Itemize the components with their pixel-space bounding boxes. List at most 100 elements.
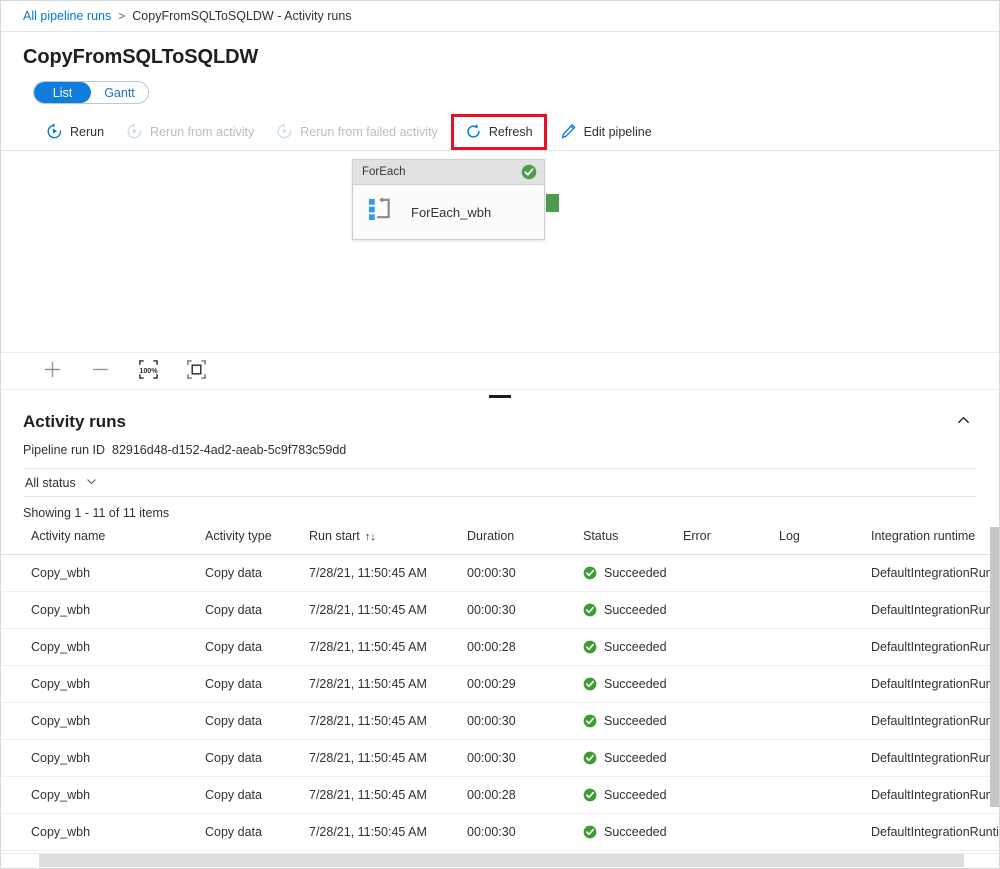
cell-run-start: 7/28/21, 11:50:45 AM xyxy=(309,814,467,851)
column-header-activity-type[interactable]: Activity type xyxy=(205,527,309,555)
cell-log xyxy=(779,814,871,851)
cell-status: Succeeded xyxy=(583,703,683,740)
cell-activity-name: Copy_wbh xyxy=(1,555,205,592)
cell-activity-type: Copy data xyxy=(205,740,309,777)
cell-status: Succeeded xyxy=(583,740,683,777)
status-succeeded-icon xyxy=(583,751,597,765)
cell-activity-type: Copy data xyxy=(205,703,309,740)
view-toggle: List Gantt xyxy=(33,81,149,104)
pipeline-node-foreach[interactable]: ForEach xyxy=(352,159,545,240)
cell-duration: 00:00:30 xyxy=(467,814,583,851)
table-row[interactable]: Copy_wbhCopy data7/28/21, 11:50:45 AM00:… xyxy=(1,666,999,703)
cell-activity-type: Copy data xyxy=(205,629,309,666)
rerun-from-failed-activity-button[interactable]: Rerun from failed activity xyxy=(265,117,449,147)
rerun-icon xyxy=(46,123,63,140)
node-output-connector[interactable] xyxy=(546,194,559,212)
fit-to-screen-button[interactable] xyxy=(183,358,209,384)
status-succeeded-icon xyxy=(583,714,597,728)
sort-indicator-icon: ↑↓ xyxy=(365,531,376,543)
table-row[interactable]: Copy_wbhCopy data7/28/21, 11:50:45 AM00:… xyxy=(1,814,999,851)
pipeline-run-id-value: 82916d48-d152-4ad2-aeab-5c9f783c59dd xyxy=(112,443,346,457)
status-badge: Succeeded xyxy=(583,677,683,691)
cell-error xyxy=(683,740,779,777)
status-label: Succeeded xyxy=(604,603,667,617)
panel-splitter[interactable] xyxy=(1,390,999,402)
node-header-label: ForEach xyxy=(362,166,405,178)
edit-pipeline-button-label: Edit pipeline xyxy=(584,125,652,139)
table-row[interactable]: Copy_wbhCopy data7/28/21, 11:50:45 AM00:… xyxy=(1,629,999,666)
cell-duration: 00:00:29 xyxy=(467,666,583,703)
cell-activity-name: Copy_wbh xyxy=(1,777,205,814)
status-label: Succeeded xyxy=(604,566,667,580)
table-row[interactable]: Copy_wbhCopy data7/28/21, 11:50:45 AM00:… xyxy=(1,555,999,592)
pipeline-run-id-label: Pipeline run ID xyxy=(23,443,105,457)
rerun-from-activity-icon xyxy=(126,123,143,140)
cell-run-start: 7/28/21, 11:50:45 AM xyxy=(309,629,467,666)
cell-integration-runtime: DefaultIntegrationRuntime xyxy=(871,814,999,851)
cell-log xyxy=(779,555,871,592)
status-succeeded-icon xyxy=(583,825,597,839)
activity-runs-table-wrapper: Activity name Activity type Run start↑↓ … xyxy=(1,527,999,868)
cell-activity-name: Copy_wbh xyxy=(1,629,205,666)
tab-gantt[interactable]: Gantt xyxy=(91,82,148,103)
filter-row: All status xyxy=(23,468,977,497)
cell-status: Succeeded xyxy=(583,666,683,703)
activity-runs-header: Activity runs xyxy=(1,402,999,436)
status-badge: Succeeded xyxy=(583,640,683,654)
table-row[interactable]: Copy_wbhCopy data7/28/21, 11:50:45 AM00:… xyxy=(1,592,999,629)
status-label: Succeeded xyxy=(604,788,667,802)
status-label: Succeeded xyxy=(604,825,667,839)
column-header-activity-name[interactable]: Activity name xyxy=(1,527,205,555)
collapse-panel-button[interactable] xyxy=(949,408,977,436)
view-toggle-row: List Gantt xyxy=(1,69,999,113)
refresh-button[interactable]: Refresh xyxy=(454,117,544,147)
table-row[interactable]: Copy_wbhCopy data7/28/21, 11:50:45 AM00:… xyxy=(1,703,999,740)
activity-runs-table: Activity name Activity type Run start↑↓ … xyxy=(1,527,999,868)
breadcrumb-all-pipeline-runs-link[interactable]: All pipeline runs xyxy=(23,9,111,23)
table-header-row: Activity name Activity type Run start↑↓ … xyxy=(1,527,999,555)
rerun-button[interactable]: Rerun xyxy=(35,117,115,147)
zoom-out-button[interactable] xyxy=(87,358,113,384)
column-header-duration[interactable]: Duration xyxy=(467,527,583,555)
refresh-button-label: Refresh xyxy=(489,125,533,139)
status-succeeded-icon xyxy=(583,788,597,802)
column-header-error[interactable]: Error xyxy=(683,527,779,555)
edit-pipeline-button[interactable]: Edit pipeline xyxy=(549,117,663,147)
cell-run-start: 7/28/21, 11:50:45 AM xyxy=(309,740,467,777)
activity-runs-page: All pipeline runs > CopyFromSQLToSQLDW -… xyxy=(0,0,1000,869)
column-header-status[interactable]: Status xyxy=(583,527,683,555)
rerun-from-activity-button[interactable]: Rerun from activity xyxy=(115,117,265,147)
cell-activity-type: Copy data xyxy=(205,814,309,851)
pipeline-run-id-row: Pipeline run ID 82916d48-d152-4ad2-aeab-… xyxy=(1,436,999,457)
cell-duration: 00:00:30 xyxy=(467,740,583,777)
cell-duration: 00:00:30 xyxy=(467,703,583,740)
zoom-to-100-button[interactable]: 100% xyxy=(135,358,161,384)
column-header-run-start[interactable]: Run start ↑↓ xyxy=(309,527,467,555)
column-header-log[interactable]: Log xyxy=(779,527,871,555)
status-badge: Succeeded xyxy=(583,566,683,580)
status-badge: Succeeded xyxy=(583,788,683,802)
column-header-integration-runtime[interactable]: Integration runtime xyxy=(871,527,999,555)
table-horizontal-scrollbar-track[interactable] xyxy=(1,853,999,868)
table-vertical-scrollbar[interactable] xyxy=(990,527,999,807)
rerun-button-label: Rerun xyxy=(70,125,104,139)
cell-integration-runtime: DefaultIntegrationRuntime xyxy=(871,703,999,740)
cell-activity-type: Copy data xyxy=(205,777,309,814)
node-header: ForEach xyxy=(353,160,544,185)
column-header-run-start-label: Run start xyxy=(309,529,360,543)
table-row[interactable]: Copy_wbhCopy data7/28/21, 11:50:45 AM00:… xyxy=(1,740,999,777)
splitter-grip[interactable] xyxy=(489,395,511,398)
cell-status: Succeeded xyxy=(583,814,683,851)
breadcrumb-separator: > xyxy=(118,9,125,23)
tab-list[interactable]: List xyxy=(34,82,91,103)
table-row[interactable]: Copy_wbhCopy data7/28/21, 11:50:45 AM00:… xyxy=(1,777,999,814)
cell-log xyxy=(779,703,871,740)
status-label: Succeeded xyxy=(604,714,667,728)
status-filter-dropdown[interactable]: All status xyxy=(23,472,103,494)
zoom-in-button[interactable] xyxy=(39,358,65,384)
pipeline-canvas[interactable]: ForEach xyxy=(1,151,999,352)
table-horizontal-scrollbar-thumb[interactable] xyxy=(39,854,964,867)
status-label: Succeeded xyxy=(604,640,667,654)
cell-activity-name: Copy_wbh xyxy=(1,666,205,703)
cell-run-start: 7/28/21, 11:50:45 AM xyxy=(309,666,467,703)
